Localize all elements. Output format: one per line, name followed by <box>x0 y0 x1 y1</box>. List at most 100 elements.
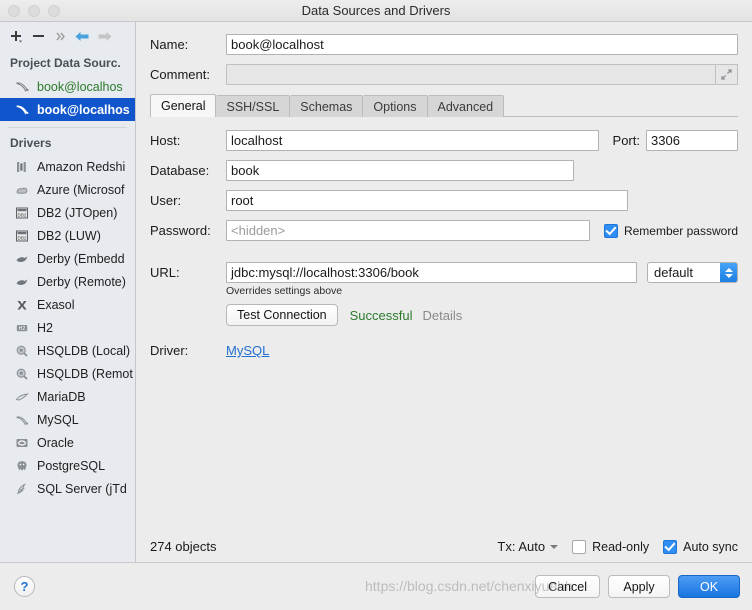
sidebar-item-label: book@localhos <box>37 102 130 117</box>
back-arrow-icon[interactable] <box>72 25 92 47</box>
oracle-icon <box>14 435 30 451</box>
mariadb-icon <box>14 389 30 405</box>
name-row: Name: book@localhost <box>150 34 738 55</box>
sidebar-item-driver-hsqldb-remote[interactable]: HSQLDB (Remot <box>0 362 135 385</box>
url-mode-stepper[interactable]: default <box>647 262 738 283</box>
cancel-button[interactable]: Cancel <box>535 575 600 598</box>
sidebar-item-label: H2 <box>37 320 53 335</box>
more-options-button[interactable] <box>50 25 70 47</box>
dialog-footer: ? Cancel Apply OK <box>0 562 752 610</box>
sidebar-item-label: MySQL <box>37 412 79 427</box>
sidebar-item-label: Derby (Remote) <box>37 274 126 289</box>
sidebar-item-label: HSQLDB (Local) <box>37 343 131 358</box>
user-row: User: root <box>150 190 738 211</box>
database-input[interactable]: book <box>226 160 574 181</box>
name-input[interactable]: book@localhost <box>226 34 738 55</box>
tab-general[interactable]: General <box>150 94 217 117</box>
status-bar: 274 objects Tx: Auto Read-only Auto sync <box>136 531 752 562</box>
sidebar-item-label: Derby (Embedd <box>37 251 125 266</box>
password-input[interactable]: <hidden> <box>226 220 590 241</box>
sidebar-item-driver-derby-embedded[interactable]: Derby (Embedd <box>0 247 135 270</box>
tab-ssh-ssl[interactable]: SSH/SSL <box>216 95 291 117</box>
test-connection-status: Successful <box>349 307 413 323</box>
sidebar-item-label: HSQLDB (Remot <box>37 366 133 381</box>
read-only-checkbox[interactable] <box>572 539 587 554</box>
db2-icon: DB2 <box>14 205 30 221</box>
sidebar-item-driver-db2-luw[interactable]: DB2 DB2 (LUW) <box>0 224 135 247</box>
host-label: Host: <box>150 133 181 148</box>
sidebar-item-driver-hsqldb-local[interactable]: HSQLDB (Local) <box>0 339 135 362</box>
stepper-arrows-icon[interactable] <box>720 263 737 282</box>
drivers-group-label: Drivers <box>10 136 52 150</box>
svg-text:DB2: DB2 <box>18 212 27 217</box>
test-connection-button[interactable]: Test Connection <box>226 304 338 326</box>
sidebar-item-driver-amazon-redshift[interactable]: Amazon Redshi <box>0 155 135 178</box>
sidebar-item-data-source-1[interactable]: book@localhos <box>0 75 135 98</box>
sidebar-toolbar <box>0 22 135 50</box>
window-title: Data Sources and Drivers <box>301 3 451 18</box>
remember-password-checkbox[interactable] <box>603 223 618 238</box>
user-input[interactable]: root <box>226 190 628 211</box>
remove-data-source-button[interactable] <box>28 25 48 47</box>
sidebar-item-driver-mariadb[interactable]: MariaDB <box>0 385 135 408</box>
driver-link[interactable]: MySQL <box>226 343 269 358</box>
auto-sync-checkbox[interactable] <box>663 539 678 554</box>
forward-arrow-icon[interactable] <box>94 25 114 47</box>
comment-input[interactable] <box>226 64 716 85</box>
sidebar-item-driver-azure[interactable]: Azure (Microsof <box>0 178 135 201</box>
sidebar-item-data-source-2[interactable]: book@localhos <box>0 98 135 121</box>
test-connection-details-link[interactable]: Details <box>423 308 463 323</box>
test-connection-row: Test Connection Successful Details <box>226 304 738 326</box>
password-label: Password: <box>150 223 211 238</box>
sidebar-item-driver-mysql[interactable]: MySQL <box>0 408 135 431</box>
mysql-icon <box>14 79 30 95</box>
user-label: User: <box>150 193 182 208</box>
database-row: Database: book <box>150 160 738 181</box>
url-mode-value: default <box>654 265 694 280</box>
url-row: URL: jdbc:mysql://localhost:3306/book de… <box>150 262 738 283</box>
sidebar-item-driver-postgresql[interactable]: PostgreSQL <box>0 454 135 477</box>
sidebar-item-label: DB2 (LUW) <box>37 228 101 243</box>
sidebar-item-label: Azure (Microsof <box>37 182 125 197</box>
add-data-source-button[interactable] <box>6 25 26 47</box>
transaction-mode-label: Tx: Auto <box>497 539 546 554</box>
overrides-note: Overrides settings above <box>226 285 343 297</box>
driver-row: Driver: MySQL <box>150 343 738 358</box>
sidebar-item-label: PostgreSQL <box>37 458 106 473</box>
postgresql-icon <box>14 458 30 474</box>
detail-pane: Name: book@localhost Comment: General SS… <box>136 22 752 562</box>
ok-button[interactable]: OK <box>678 575 740 598</box>
url-input[interactable]: jdbc:mysql://localhost:3306/book <box>226 262 637 283</box>
auto-sync-label: Auto sync <box>683 539 738 554</box>
host-row: Host: localhost Port: 3306 <box>150 130 738 151</box>
sidebar-item-driver-derby-remote[interactable]: Derby (Remote) <box>0 270 135 293</box>
sidebar-item-driver-sqlserver-jtds[interactable]: SQL Server (jTd <box>0 477 135 500</box>
sidebar-tree[interactable]: Project Data Sourc. book@localhos book@l… <box>0 50 135 561</box>
sidebar-item-driver-h2[interactable]: H2 H2 <box>0 316 135 339</box>
sidebar-item-driver-db2-jtopen[interactable]: DB2 DB2 (JTOpen) <box>0 201 135 224</box>
sidebar-item-driver-exasol[interactable]: Exasol <box>0 293 135 316</box>
help-icon[interactable]: ? <box>14 576 35 597</box>
tab-advanced[interactable]: Advanced <box>427 95 505 117</box>
comment-label: Comment: <box>150 67 210 82</box>
host-input[interactable]: localhost <box>226 130 599 151</box>
port-input[interactable]: 3306 <box>646 130 738 151</box>
auto-sync-group: Auto sync <box>663 539 738 554</box>
sqlserver-icon <box>14 481 30 497</box>
derby-icon <box>14 251 30 267</box>
transaction-mode-dropdown[interactable]: Tx: Auto <box>497 539 559 554</box>
apply-button[interactable]: Apply <box>608 575 670 598</box>
tab-options[interactable]: Options <box>363 95 428 117</box>
sidebar-item-driver-oracle[interactable]: Oracle <box>0 431 135 454</box>
redshift-icon <box>14 159 30 175</box>
tab-strip-filler <box>504 116 738 117</box>
exasol-icon <box>14 297 30 313</box>
title-bar: Data Sources and Drivers <box>0 0 752 22</box>
sidebar-item-label: Amazon Redshi <box>37 159 126 174</box>
azure-icon <box>14 182 30 198</box>
settings-tabs[interactable]: General SSH/SSL Schemas Options Advanced <box>150 94 738 117</box>
tab-schemas[interactable]: Schemas <box>290 95 364 117</box>
status-bar-controls: Tx: Auto Read-only Auto sync <box>497 539 738 554</box>
expand-comment-icon[interactable] <box>716 64 738 85</box>
url-label: URL: <box>150 265 180 280</box>
